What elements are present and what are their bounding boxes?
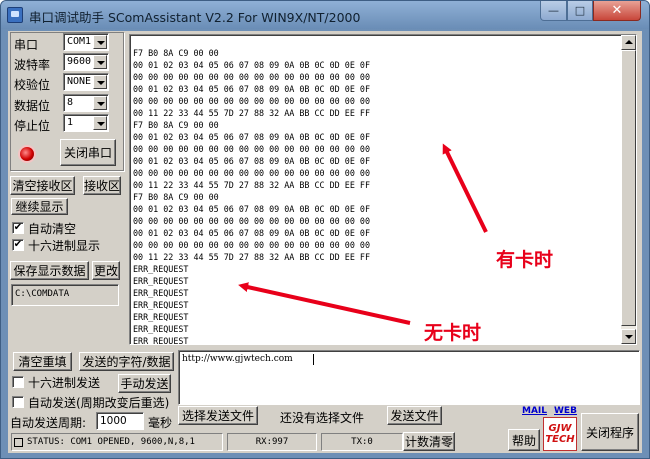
hex-send-label: 十六进制发送: [28, 376, 101, 390]
chevron-down-icon[interactable]: [93, 55, 107, 69]
gjw-tech-logo: GJW TECH: [543, 417, 577, 451]
close-port-button[interactable]: 关闭串口: [60, 139, 116, 166]
port-select[interactable]: COM1: [63, 33, 109, 51]
hex-display-checkbox[interactable]: ✔: [12, 239, 24, 251]
auto-send-checkbox[interactable]: [12, 396, 24, 408]
receive-area-button[interactable]: 接收区: [83, 176, 121, 195]
web-link[interactable]: WEB: [554, 406, 577, 416]
rx-count-cell: RX:997: [227, 433, 317, 451]
status-text: STATUS: COM1 OPENED, 9600,N,8,1: [27, 437, 195, 447]
logo-text-top: GJW: [548, 423, 572, 434]
scroll-up-icon[interactable]: [621, 35, 636, 50]
window-title: 串口调试助手 SComAssistant V2.2 For WIN9X/NT/2…: [29, 10, 361, 25]
auto-send-label: 自动发送(周期改变后重选): [28, 396, 170, 410]
auto-clear-checkbox[interactable]: ✔: [12, 222, 24, 234]
period-input[interactable]: 1000: [96, 412, 144, 430]
chevron-down-icon[interactable]: [93, 75, 107, 89]
annotation-with-card: 有卡时: [496, 249, 554, 271]
hex-send-checkbox[interactable]: [12, 376, 24, 388]
text-cursor: [313, 354, 314, 365]
scroll-down-icon[interactable]: [621, 329, 636, 344]
app-icon: [7, 7, 23, 23]
stopbits-label: 停止位: [14, 119, 51, 133]
stopbits-value: 1: [67, 117, 74, 128]
send-file-button[interactable]: 发送文件: [387, 406, 442, 425]
save-path-value: C:\COMDATA: [15, 289, 70, 299]
baud-value: 9600: [67, 56, 92, 67]
connection-icon: [14, 437, 23, 447]
port-label: 串口: [14, 38, 39, 52]
clear-receive-button[interactable]: 清空接收区: [10, 176, 75, 195]
count-clear-button[interactable]: 计数清零: [403, 432, 455, 451]
chevron-down-icon[interactable]: [93, 116, 107, 130]
manual-send-button[interactable]: 手动发送: [118, 374, 171, 393]
close-window-button[interactable]: ✕: [593, 1, 641, 21]
scroll-thumb[interactable]: [621, 50, 636, 326]
hex-display-label: 十六进制显示: [28, 239, 101, 253]
period-label: 自动发送周期:: [10, 416, 87, 430]
receive-output-text: F7 B0 8A C9 00 00 00 01 02 03 04 05 06 0…: [133, 48, 370, 345]
save-path-field[interactable]: C:\COMDATA: [11, 284, 119, 306]
choose-file-button[interactable]: 选择发送文件: [178, 406, 258, 425]
databits-value: 8: [67, 97, 74, 108]
continue-display-button[interactable]: 继续显示: [11, 198, 68, 215]
port-value: COM1: [67, 36, 92, 47]
minimize-button[interactable]: —: [540, 1, 567, 21]
auto-clear-label: 自动清空: [28, 222, 77, 236]
mail-link[interactable]: MAIL: [522, 406, 547, 416]
send-input[interactable]: http://www.gjwtech.com: [178, 350, 640, 405]
chevron-down-icon[interactable]: [93, 96, 107, 110]
stopbits-select[interactable]: 1: [63, 114, 109, 132]
rx-count: RX:997: [255, 437, 289, 447]
databits-label: 数据位: [14, 99, 51, 113]
title-bar[interactable]: 串口调试助手 SComAssistant V2.2 For WIN9X/NT/2…: [1, 1, 649, 29]
exit-program-button[interactable]: 关闭程序: [581, 413, 639, 451]
receive-output-area[interactable]: F7 B0 8A C9 00 00 00 01 02 03 04 05 06 0…: [129, 34, 637, 345]
logo-text-bottom: TECH: [545, 434, 575, 445]
output-scrollbar[interactable]: [621, 35, 636, 344]
parity-select[interactable]: NONE: [63, 73, 109, 91]
no-file-text: 还没有选择文件: [280, 411, 365, 425]
databits-select[interactable]: 8: [63, 94, 109, 112]
maximize-button[interactable]: □: [567, 1, 593, 21]
clear-resend-button[interactable]: 清空重填: [13, 352, 72, 371]
baud-select[interactable]: 9600: [63, 53, 109, 71]
status-cell: STATUS: COM1 OPENED, 9600,N,8,1: [11, 433, 223, 451]
annotation-without-card: 无卡时: [424, 322, 482, 344]
period-unit: 毫秒: [148, 416, 173, 430]
send-input-value: http://www.gjwtech.com: [182, 354, 293, 364]
baud-label: 波特率: [14, 58, 51, 72]
chevron-down-icon[interactable]: [93, 35, 107, 49]
save-data-button[interactable]: 保存显示数据: [10, 261, 89, 280]
tx-count-cell: TX:0: [321, 433, 403, 451]
port-status-led-icon: [20, 147, 34, 161]
client-area: 串口 COM1 波特率 9600 校验位 NONE 数据位 8 停止位 1 关闭…: [8, 31, 642, 453]
tx-count: TX:0: [351, 437, 373, 447]
period-value: 1000: [100, 415, 127, 427]
sent-chars-button[interactable]: 发送的字符/数据: [79, 352, 174, 371]
parity-label: 校验位: [14, 78, 51, 92]
change-path-button[interactable]: 更改: [92, 261, 120, 280]
app-window: 串口调试助手 SComAssistant V2.2 For WIN9X/NT/2…: [0, 0, 650, 459]
help-button[interactable]: 帮助: [508, 429, 540, 451]
parity-value: NONE: [67, 76, 92, 87]
